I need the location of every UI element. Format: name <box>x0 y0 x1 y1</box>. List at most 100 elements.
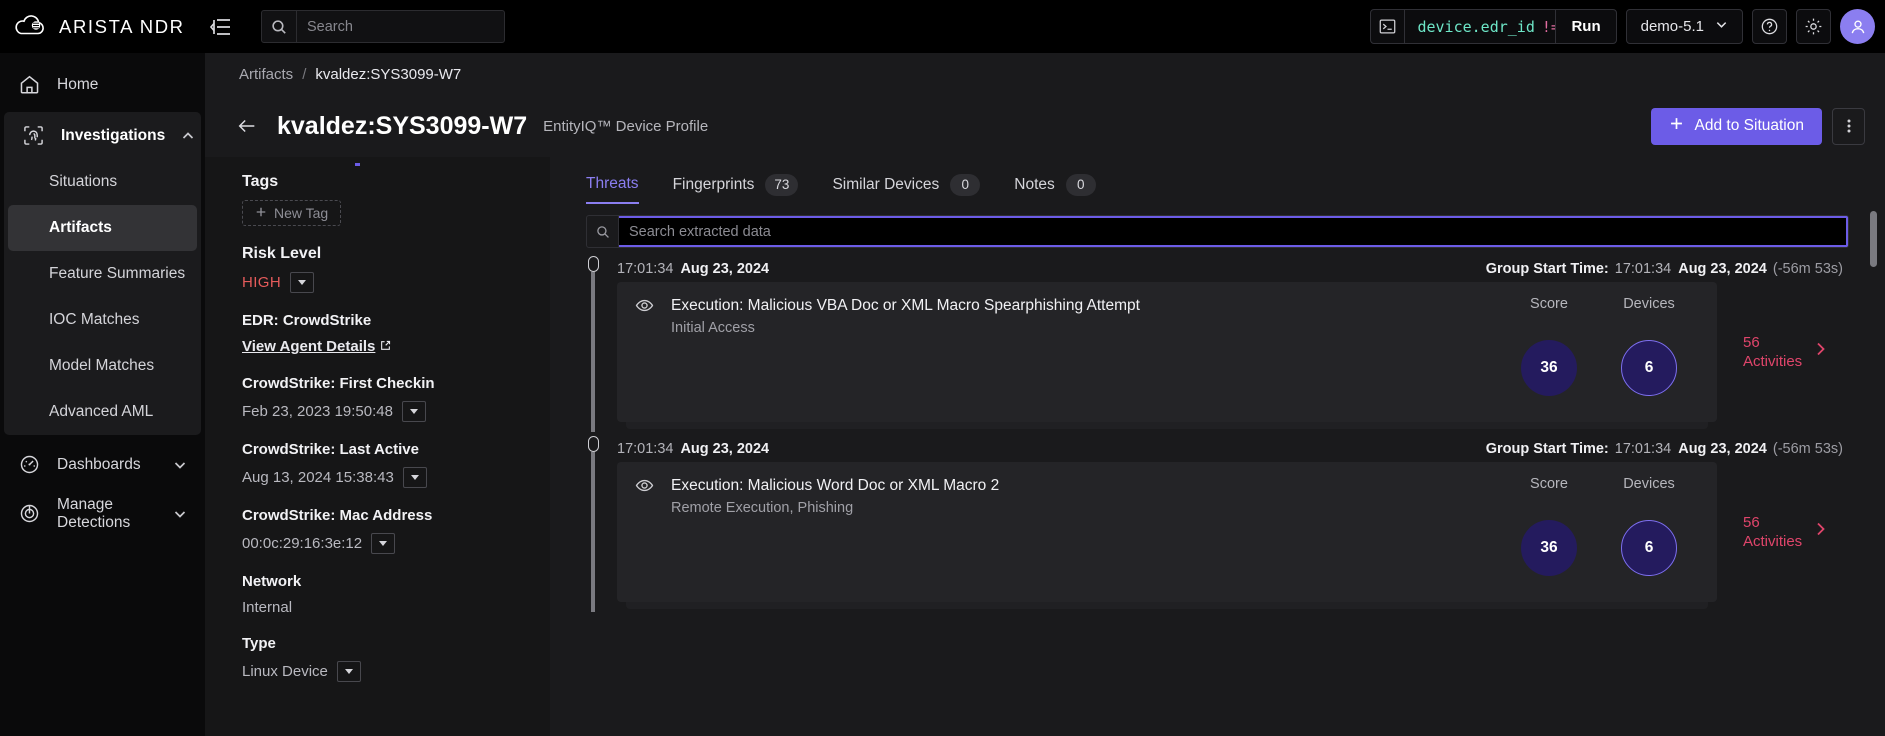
threat-groups-list: 17:01:34 Aug 23, 2024 Group Start Time: … <box>550 256 1885 736</box>
score-bubble: 36 <box>1521 340 1577 396</box>
fingerprint-scan-icon <box>22 124 45 147</box>
sidebar-item-investigations[interactable]: Investigations <box>4 112 201 159</box>
environment-selector[interactable]: demo-5.1 <box>1626 9 1743 44</box>
chevron-down-icon[interactable] <box>173 507 187 521</box>
page-subtitle: EntityIQ™ Device Profile <box>543 118 708 135</box>
sidebar-item-advanced-aml[interactable]: Advanced AML <box>8 389 197 435</box>
query-operator: != <box>1542 18 1556 36</box>
activities-link[interactable]: 56 Activities <box>1717 462 1849 602</box>
tab-notes[interactable]: Notes 0 <box>1014 165 1096 204</box>
tab-label: Similar Devices <box>832 176 939 194</box>
field-value-row: Feb 23, 2023 19:50:48 <box>242 401 550 422</box>
tab-count-badge: 73 <box>765 174 798 196</box>
activities-link[interactable]: 56 Activities <box>1717 282 1849 422</box>
field-dropdown[interactable] <box>403 467 427 488</box>
timeline-marker-icon <box>588 436 599 452</box>
sidebar-item-model-matches[interactable]: Model Matches <box>8 343 197 389</box>
more-vertical-icon[interactable] <box>1832 108 1865 145</box>
sidebar-item-label-dashboards: Dashboards <box>57 456 141 474</box>
chevron-up-icon[interactable] <box>181 129 195 143</box>
add-to-situation-label: Add to Situation <box>1695 117 1804 135</box>
extracted-data-search-input[interactable] <box>619 216 1848 247</box>
tab-similar-devices[interactable]: Similar Devices 0 <box>832 165 980 204</box>
group-start-time: 17:01:34 <box>1615 441 1671 457</box>
app-root: ARISTA NDR <box>0 0 1885 736</box>
sidebar-subitem-label: IOC Matches <box>49 311 139 329</box>
new-tag-button[interactable]: New Tag <box>242 200 341 226</box>
sidebar-item-label-home: Home <box>57 76 98 94</box>
field-heading: CrowdStrike: Mac Address <box>242 507 550 524</box>
timeline-track <box>586 436 600 612</box>
group-time-delta: (-56m 53s) <box>1773 441 1843 457</box>
field-value: Aug 13, 2024 15:38:43 <box>242 469 394 486</box>
breadcrumb-current: kvaldez:SYS3099-W7 <box>315 66 461 83</box>
tab-label: Threats <box>586 175 639 193</box>
card-stack-shadow <box>626 602 1708 609</box>
help-circle-icon[interactable] <box>1752 9 1787 44</box>
group-start-label: Group Start Time: <box>1486 441 1609 457</box>
field-value-row: Linux Device <box>242 661 550 682</box>
threat-card[interactable]: Execution: Malicious VBA Doc or XML Macr… <box>617 282 1717 422</box>
query-field: device.edr_id <box>1417 18 1534 36</box>
field-dropdown[interactable] <box>371 533 395 554</box>
field-value: Internal <box>242 599 292 616</box>
query-expression: device.edr_id != <box>1405 10 1555 43</box>
sidebar-item-feature-summaries[interactable]: Feature Summaries <box>8 251 197 297</box>
eye-icon[interactable] <box>635 296 654 315</box>
sidebar-item-home[interactable]: Home <box>0 61 205 108</box>
threat-card[interactable]: Execution: Malicious Word Doc or XML Mac… <box>617 462 1717 602</box>
new-tag-label: New Tag <box>274 205 328 221</box>
field-dropdown[interactable] <box>402 401 426 422</box>
field-dropdown[interactable] <box>337 661 361 682</box>
chevron-down-icon[interactable] <box>173 458 187 472</box>
gear-icon[interactable] <box>1796 9 1831 44</box>
page-header: kvaldez:SYS3099-W7 EntityIQ™ Device Prof… <box>205 95 1885 157</box>
threats-scrollbar[interactable] <box>1870 211 1877 267</box>
brand[interactable]: ARISTA NDR <box>14 14 199 40</box>
device-details-panel: Tags New Tag Risk Level HIGH <box>205 157 550 736</box>
field-type: Type Linux Device <box>242 635 550 682</box>
sidebar-item-artifacts[interactable]: Artifacts <box>8 205 197 251</box>
threat-title: Execution: Malicious Word Doc or XML Mac… <box>671 477 999 495</box>
back-arrow-icon[interactable] <box>233 112 261 140</box>
global-search[interactable] <box>261 10 505 43</box>
add-to-situation-button[interactable]: Add to Situation <box>1651 108 1822 145</box>
user-avatar-icon[interactable] <box>1840 9 1875 44</box>
activities-count: 56 <box>1743 514 1760 531</box>
extracted-data-search[interactable] <box>586 215 1849 248</box>
tab-fingerprints[interactable]: Fingerprints 73 <box>673 165 799 204</box>
metric-devices: Devices 6 <box>1599 476 1699 586</box>
sidebar-item-ioc-matches[interactable]: IOC Matches <box>8 297 197 343</box>
extracted-search-row <box>550 204 1885 256</box>
content: Tags New Tag Risk Level HIGH <box>205 157 1885 736</box>
collapse-sidebar-icon[interactable] <box>207 13 235 41</box>
view-agent-details-link[interactable]: View Agent Details <box>242 338 391 355</box>
sidebar-subitem-label: Feature Summaries <box>49 265 185 283</box>
query-bar[interactable]: device.edr_id != Run <box>1370 9 1616 44</box>
sidebar-group-investigations: Investigations Situations Artifacts Feat… <box>4 112 201 435</box>
run-button[interactable]: Run <box>1555 10 1615 43</box>
threat-group-header: 17:01:34 Aug 23, 2024 Group Start Time: … <box>617 256 1849 282</box>
group-start-label: Group Start Time: <box>1486 261 1609 277</box>
breadcrumb-root[interactable]: Artifacts <box>239 66 293 83</box>
field-heading: CrowdStrike: Last Active <box>242 441 550 458</box>
tab-threats[interactable]: Threats <box>586 165 639 204</box>
gauge-icon <box>18 453 41 476</box>
field-heading: Type <box>242 635 550 652</box>
view-agent-details-label: View Agent Details <box>242 338 375 355</box>
sidebar-item-dashboards[interactable]: Dashboards <box>0 441 205 488</box>
home-icon <box>18 73 41 96</box>
field-heading: Network <box>242 573 550 590</box>
terminal-icon[interactable] <box>1371 10 1405 43</box>
panel-accent-mark <box>355 163 360 166</box>
risk-level-block: Risk Level HIGH <box>242 245 550 293</box>
sidebar-item-manage-detections[interactable]: Manage Detections <box>0 490 205 537</box>
risk-level-heading: Risk Level <box>242 245 550 263</box>
eye-icon[interactable] <box>635 476 654 495</box>
risk-level-dropdown[interactable] <box>290 272 314 293</box>
threat-group-header: 17:01:34 Aug 23, 2024 Group Start Time: … <box>617 436 1849 462</box>
tab-bar: Threats Fingerprints 73 Similar Devices … <box>550 157 1885 204</box>
top-bar-right: device.edr_id != Run demo-5.1 <box>1370 0 1875 53</box>
sidebar-item-situations[interactable]: Situations <box>8 159 197 205</box>
search-input[interactable] <box>297 11 504 42</box>
